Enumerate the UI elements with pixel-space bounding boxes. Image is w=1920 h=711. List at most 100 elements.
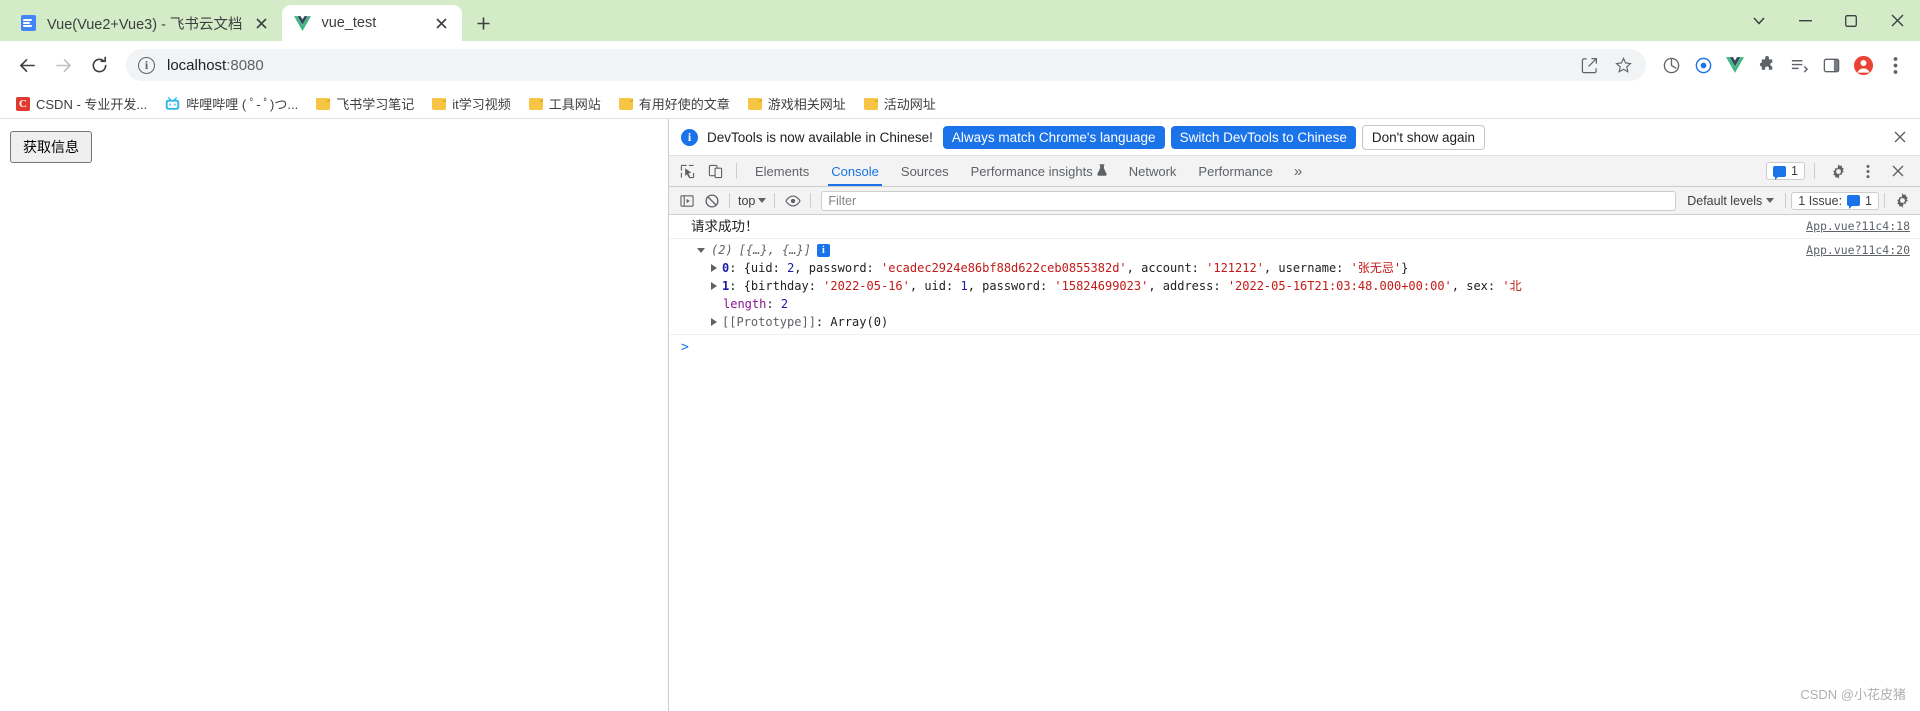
extensions-puzzle-icon[interactable] — [1752, 50, 1782, 80]
object-preview-1: {birthday: '2022-05-16', uid: 1, passwor… — [743, 279, 1522, 293]
back-button[interactable] — [10, 48, 44, 82]
chevron-down-icon[interactable] — [1736, 0, 1782, 41]
experiment-icon — [1097, 163, 1107, 179]
bookmark-game-sites[interactable]: 游戏相关网址 — [740, 91, 854, 116]
forward-button[interactable] — [46, 48, 80, 82]
filterbar-divider — [1884, 193, 1885, 208]
bookmark-star-icon[interactable] — [1608, 50, 1638, 80]
devtools-panel: i DevTools is now available in Chinese! … — [669, 119, 1920, 711]
close-notification-icon[interactable] — [1888, 125, 1912, 149]
extension-icon-3[interactable] — [1784, 50, 1814, 80]
more-vertical-icon[interactable] — [1854, 158, 1882, 184]
close-devtools-icon[interactable] — [1884, 158, 1912, 184]
execution-context-select[interactable]: top — [735, 194, 769, 208]
expand-triangle-icon[interactable] — [711, 282, 717, 290]
tab-sources[interactable]: Sources — [890, 156, 960, 186]
tab-label: Performance insights — [970, 163, 1093, 179]
vue-devtools-icon[interactable] — [1720, 50, 1750, 80]
bookmark-it-videos[interactable]: it学习视频 — [424, 91, 519, 116]
expand-triangle-icon[interactable] — [711, 318, 717, 326]
tab-performance[interactable]: Performance — [1187, 156, 1283, 186]
site-info-icon[interactable]: i — [138, 56, 155, 74]
messages-count: 1 — [1791, 164, 1798, 178]
extension-icon-1[interactable] — [1656, 50, 1686, 80]
minimize-icon[interactable] — [1782, 0, 1828, 41]
console-settings-gear-icon[interactable] — [1890, 189, 1915, 213]
chevron-down-icon — [758, 198, 767, 203]
close-icon[interactable] — [1874, 0, 1920, 41]
device-toolbar-icon[interactable] — [701, 158, 729, 184]
tab-label: Performance — [1198, 163, 1273, 179]
tab-performance-insights[interactable]: Performance insights — [960, 156, 1118, 186]
bookmark-label: 活动网址 — [883, 97, 936, 112]
inspect-element-icon[interactable] — [673, 158, 701, 184]
bookmark-tools[interactable]: 工具网站 — [521, 91, 609, 116]
array-item-row[interactable]: 0: {uid: 2, password: 'ecadec2924e86bf88… — [681, 259, 1920, 277]
console-output[interactable]: 请求成功！ App.vue?11c4:18 App.vue?11c4:20 (2… — [669, 215, 1920, 711]
console-messages-badge[interactable]: 1 — [1766, 162, 1805, 180]
extension-icon-2[interactable] — [1688, 50, 1718, 80]
reload-button[interactable] — [82, 48, 116, 82]
new-tab-button[interactable] — [468, 8, 498, 38]
console-filter-input[interactable] — [821, 190, 1677, 211]
prototype-value: Array(0) — [830, 315, 889, 329]
more-panels-icon[interactable]: » — [1284, 163, 1312, 180]
get-info-button[interactable]: 获取信息 — [10, 131, 92, 163]
console-prompt[interactable]: > — [669, 335, 1920, 360]
browser-tab-feishu[interactable]: Vue(Vue2+Vue3) - 飞书云文档 — [8, 5, 282, 41]
array-count: (2) — [711, 243, 733, 257]
console-message-text[interactable]: 请求成功！ App.vue?11c4:18 — [669, 215, 1920, 239]
address-bar[interactable]: i localhost:8080 — [126, 49, 1646, 81]
always-match-language-button[interactable]: Always match Chrome's language — [942, 125, 1165, 149]
log-levels-select[interactable]: Default levels — [1681, 194, 1780, 208]
bookmark-activity-sites[interactable]: 活动网址 — [856, 91, 944, 116]
bookmark-label: 有用好使的文章 — [638, 97, 730, 112]
tab-close-icon[interactable] — [250, 12, 272, 34]
info-badge-icon[interactable]: i — [816, 244, 830, 257]
bookmark-useful-articles[interactable]: 有用好使的文章 — [611, 91, 738, 116]
browser-tab-vue-test[interactable]: vue_test — [282, 5, 463, 41]
tab-network[interactable]: Network — [1118, 156, 1188, 186]
console-sidebar-icon[interactable] — [674, 189, 699, 213]
clear-console-icon[interactable] — [699, 189, 724, 213]
chrome-menu-icon[interactable] — [1880, 50, 1910, 80]
profile-avatar[interactable] — [1848, 50, 1878, 80]
bookmark-label: CSDN - 专业开发... — [36, 97, 148, 112]
switch-devtools-chinese-button[interactable]: Switch DevTools to Chinese — [1170, 125, 1356, 149]
bookmark-csdn[interactable]: C CSDN - 专业开发... — [8, 91, 155, 116]
tab-title: vue_test — [321, 15, 377, 31]
source-link[interactable]: App.vue?11c4:18 — [1806, 218, 1910, 235]
bookmark-bilibili[interactable]: 哔哩哔哩 ( ﾟ- ﾟ)つ... — [157, 91, 306, 116]
sidepanel-icon[interactable] — [1816, 50, 1846, 80]
bookmark-feishu-notes[interactable]: 飞书学习笔记 — [308, 91, 422, 116]
issues-counter[interactable]: 1 Issue: 1 — [1791, 191, 1879, 210]
expand-triangle-icon[interactable] — [697, 248, 705, 253]
maximize-icon[interactable] — [1828, 0, 1874, 41]
tab-console[interactable]: Console — [820, 156, 890, 186]
folder-icon — [747, 97, 762, 110]
filterbar-divider — [774, 193, 776, 208]
live-expression-icon[interactable] — [780, 189, 805, 213]
array-prototype-row[interactable]: [[Prototype]]: Array(0) — [681, 313, 1920, 331]
tab-label: Sources — [900, 163, 949, 179]
message-bubble-icon — [1773, 165, 1787, 180]
content-area: 获取信息 i DevTools is now available in Chin… — [0, 119, 1920, 711]
array-header-row[interactable]: (2) [{…}, {…}] i — [681, 242, 1920, 259]
chevron-down-icon — [1766, 198, 1775, 203]
tab-close-icon[interactable] — [430, 12, 452, 34]
notification-message: DevTools is now available in Chinese! — [707, 129, 933, 145]
share-icon[interactable] — [1574, 50, 1604, 80]
filterbar-divider — [729, 193, 730, 208]
array-item-row[interactable]: 1: {birthday: '2022-05-16', uid: 1, pass… — [681, 277, 1920, 295]
dont-show-again-button[interactable]: Don't show again — [1361, 124, 1486, 150]
folder-icon — [432, 97, 447, 110]
source-link[interactable]: App.vue?11c4:20 — [1806, 242, 1910, 259]
folder-icon — [618, 97, 633, 110]
expand-triangle-icon[interactable] — [711, 264, 717, 272]
gear-icon[interactable] — [1824, 158, 1852, 184]
tab-strip: Vue(Vue2+Vue3) - 飞书云文档 vue_test — [0, 0, 1920, 41]
tab-elements[interactable]: Elements — [744, 156, 820, 186]
bookmark-label: 游戏相关网址 — [767, 97, 846, 112]
console-message-array[interactable]: App.vue?11c4:20 (2) [{…}, {…}] i 0: {uid… — [669, 239, 1920, 335]
array-preview: [{…}, {…}] — [738, 243, 811, 257]
